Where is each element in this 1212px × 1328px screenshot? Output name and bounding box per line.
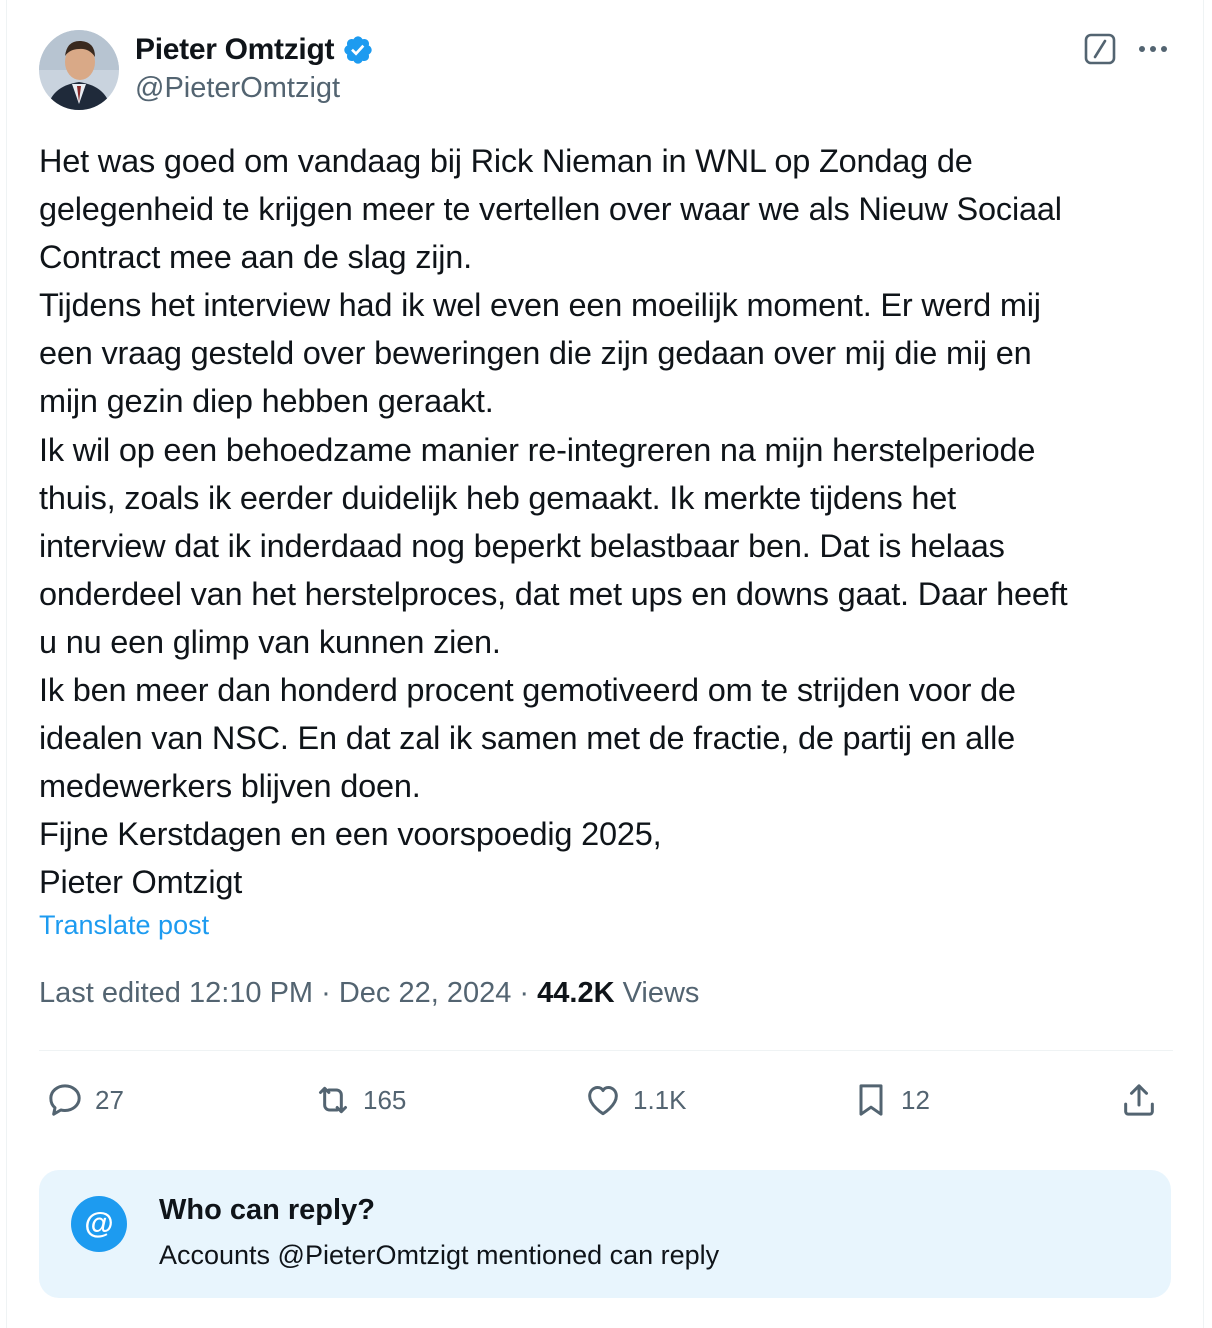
post-line: interview dat ik inderdaad nog beperkt b… bbox=[39, 527, 1005, 564]
repost-icon bbox=[319, 1086, 347, 1114]
bookmark-button[interactable]: 12 bbox=[851, 1072, 930, 1128]
who-can-reply-subtitle: Accounts @PieterOmtzigt mentioned can re… bbox=[159, 1240, 720, 1270]
post-text: Het was goed om vandaag bij Rick Nieman … bbox=[39, 137, 1179, 907]
author-name[interactable]: Pieter Omtzigt bbox=[135, 33, 334, 67]
views-label: Views bbox=[614, 977, 700, 1009]
post-line: Ik ben meer dan honderd procent gemotive… bbox=[39, 672, 1016, 709]
post-card: Pieter Omtzigt @PieterOmtzigt Het was go… bbox=[6, 0, 1204, 1328]
post-line: onderdeel van het herstelproces, dat met… bbox=[39, 575, 1068, 612]
mention-at-icon: @ bbox=[71, 1196, 127, 1252]
author-handle[interactable]: @PieterOmtzigt bbox=[135, 72, 340, 105]
who-can-reply-title: Who can reply? bbox=[159, 1194, 375, 1226]
bookmark-count: 12 bbox=[901, 1084, 930, 1115]
post-meta: Last edited 12:10 PM · Dec 22, 2024 · 44… bbox=[39, 977, 699, 1010]
post-line: Ik wil op een behoedzame manier re-integ… bbox=[39, 431, 1036, 468]
divider bbox=[39, 1050, 1173, 1051]
post-line: thuis, zoals ik eerder duidelijk heb gem… bbox=[39, 479, 956, 516]
like-button[interactable]: 1.1K bbox=[583, 1072, 687, 1128]
reply-icon bbox=[49, 1084, 81, 1116]
who-can-reply-box: @ Who can reply? Accounts @PieterOmtzigt… bbox=[39, 1170, 1171, 1298]
share-icon bbox=[1124, 1084, 1154, 1116]
verified-badge-icon[interactable] bbox=[342, 34, 374, 66]
post-line: Pieter Omtzigt bbox=[39, 864, 243, 901]
repost-button[interactable]: 165 bbox=[313, 1072, 406, 1128]
post-line: Contract mee aan de slag zijn. bbox=[39, 239, 472, 276]
post-line: u nu een glimp van kunnen zien. bbox=[39, 623, 501, 660]
post-line: medewerkers blijven doen. bbox=[39, 768, 421, 805]
post-line: Tijdens het interview had ik wel even ee… bbox=[39, 287, 1041, 324]
avatar[interactable] bbox=[39, 30, 119, 110]
post-line: mijn gezin diep hebben geraakt. bbox=[39, 383, 494, 420]
repost-count: 165 bbox=[363, 1084, 407, 1115]
reply-button[interactable]: 27 bbox=[45, 1072, 124, 1128]
post-line: een vraag gesteld over beweringen die zi… bbox=[39, 335, 1032, 372]
views-count[interactable]: 44.2K bbox=[537, 977, 614, 1009]
post-line: idealen van NSC. En dat zal ik samen met… bbox=[39, 720, 1015, 757]
reply-count: 27 bbox=[95, 1084, 124, 1115]
share-button[interactable] bbox=[1119, 1072, 1159, 1128]
edited-timestamp[interactable]: Last edited 12:10 PM · Dec 22, 2024 · bbox=[39, 977, 537, 1009]
post-line: gelegenheid te krijgen meer te vertellen… bbox=[39, 191, 1062, 228]
bookmark-icon bbox=[859, 1084, 883, 1116]
post-line: Het was goed om vandaag bij Rick Nieman … bbox=[39, 143, 973, 179]
like-count: 1.1K bbox=[633, 1084, 687, 1115]
heart-icon bbox=[588, 1086, 618, 1116]
more-icon[interactable] bbox=[1133, 32, 1173, 66]
post-line: Fijne Kerstdagen en een voorspoedig 2025… bbox=[39, 816, 662, 853]
grok-icon[interactable] bbox=[1083, 32, 1117, 66]
translate-post-link[interactable]: Translate post bbox=[39, 910, 209, 941]
